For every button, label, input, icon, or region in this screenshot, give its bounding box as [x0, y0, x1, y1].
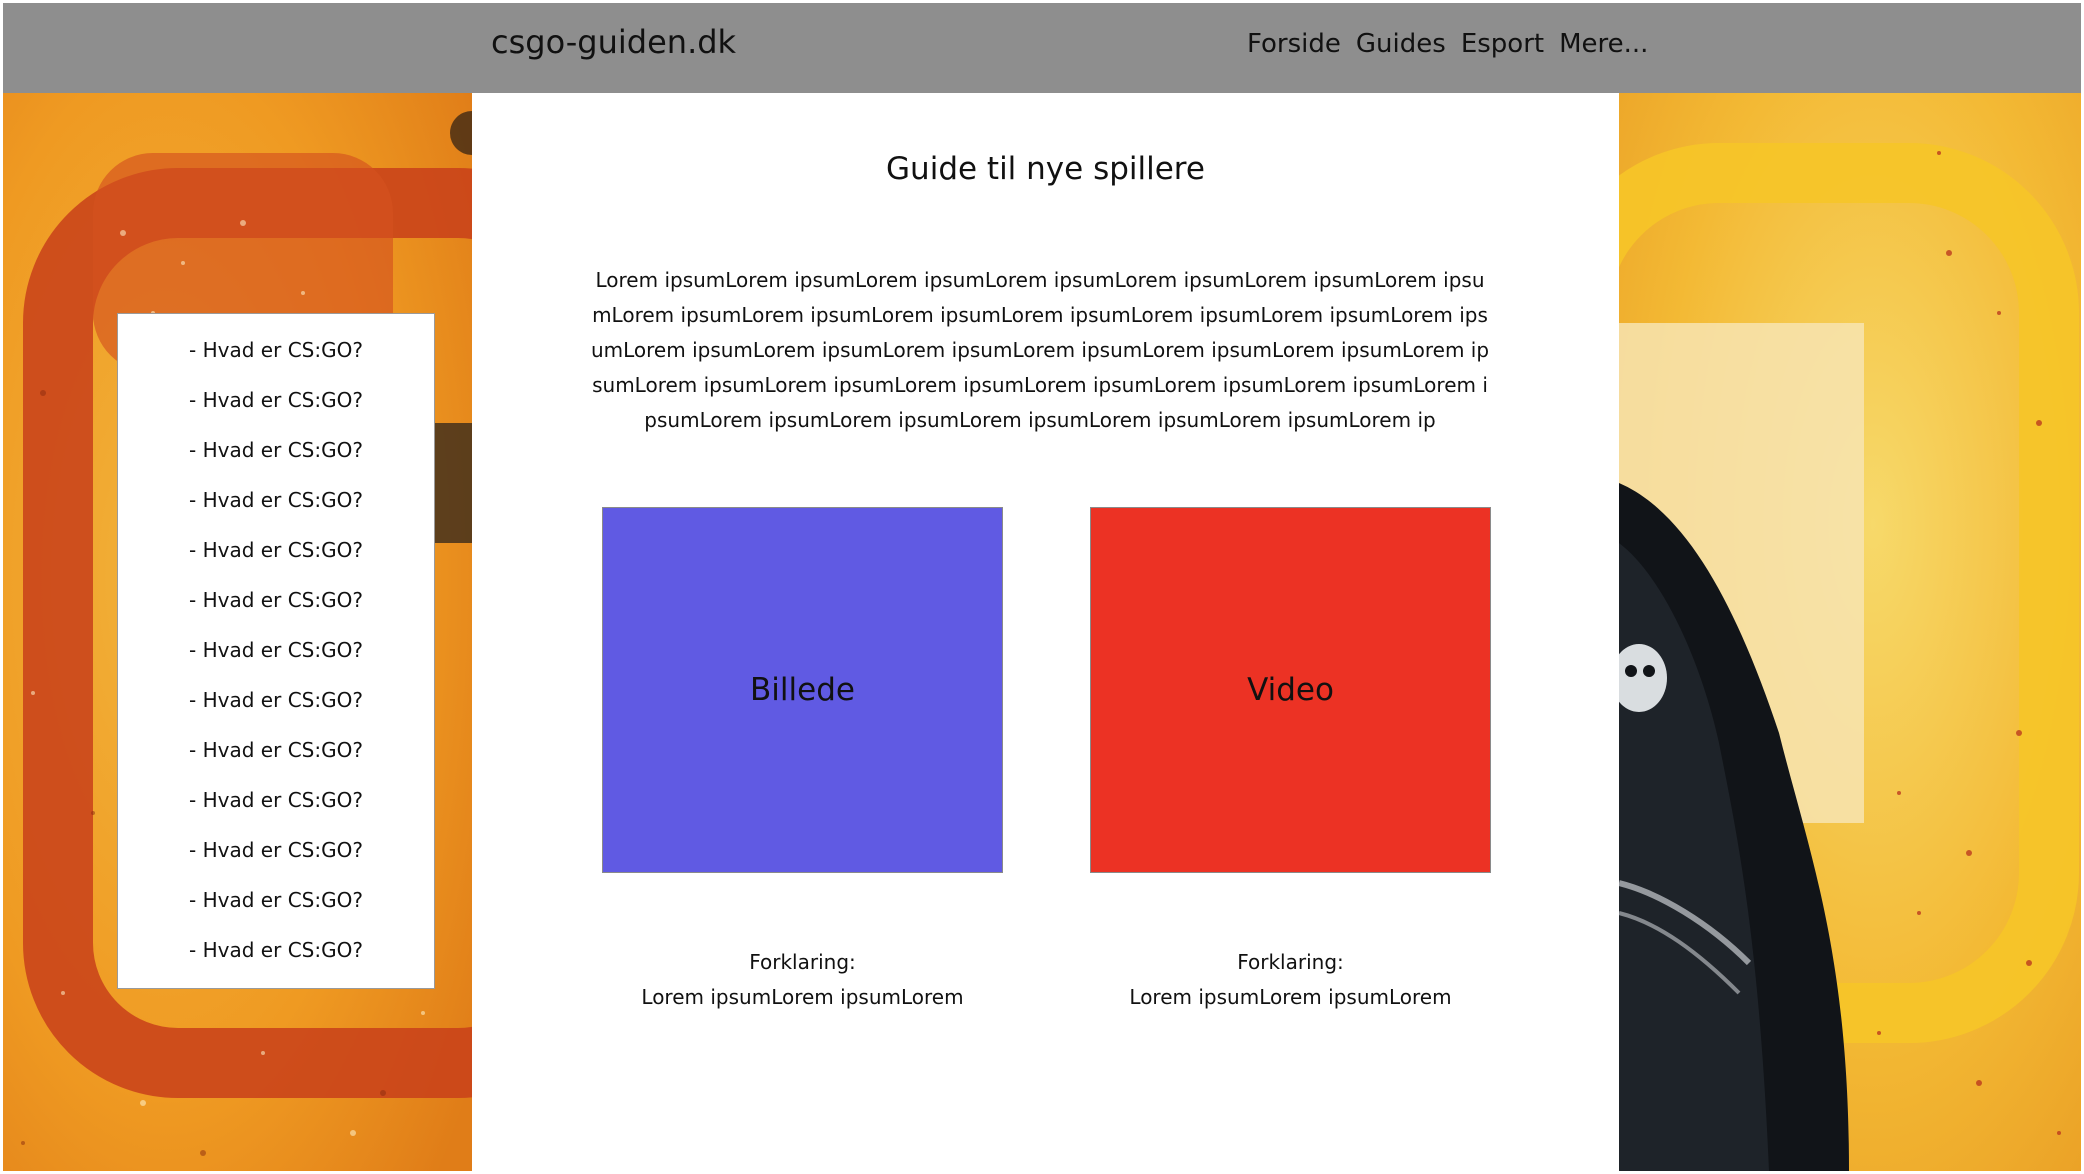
- video-caption-text: Lorem ipsumLorem ipsumLorem: [1129, 985, 1452, 1009]
- main-content: Guide til nye spillere Lorem ipsumLorem …: [472, 93, 1619, 1171]
- sidebar-menu: - Hvad er CS:GO? - Hvad er CS:GO? - Hvad…: [117, 313, 435, 989]
- main-nav: Forside Guides Esport Mere...: [1247, 29, 1648, 59]
- nav-link-mere[interactable]: Mere...: [1559, 29, 1648, 59]
- page-title: Guide til nye spillere: [886, 151, 1205, 187]
- sidebar-item[interactable]: - Hvad er CS:GO?: [118, 782, 434, 832]
- sidebar-item[interactable]: - Hvad er CS:GO?: [118, 482, 434, 532]
- sidebar-item[interactable]: - Hvad er CS:GO?: [118, 632, 434, 682]
- sidebar-item[interactable]: - Hvad er CS:GO?: [118, 882, 434, 932]
- right-art-graphic: [1619, 93, 2081, 1171]
- video-caption-title: Forklaring:: [1237, 950, 1344, 974]
- nav-link-forside[interactable]: Forside: [1247, 29, 1341, 59]
- site-logo[interactable]: csgo-guiden.dk: [491, 23, 736, 61]
- nav-link-guides[interactable]: Guides: [1356, 29, 1446, 59]
- sidebar-item[interactable]: - Hvad er CS:GO?: [118, 432, 434, 482]
- right-background-art: [1619, 93, 2081, 1171]
- sidebar-list: - Hvad er CS:GO? - Hvad er CS:GO? - Hvad…: [118, 314, 434, 982]
- sidebar-item[interactable]: - Hvad er CS:GO?: [118, 382, 434, 432]
- image-caption-title: Forklaring:: [749, 950, 856, 974]
- page: csgo-guiden.dk Forside Guides Esport Mer…: [3, 3, 2081, 1171]
- sidebar-item[interactable]: - Hvad er CS:GO?: [118, 932, 434, 982]
- nav-link-esport[interactable]: Esport: [1461, 29, 1544, 59]
- sidebar-item[interactable]: - Hvad er CS:GO?: [118, 732, 434, 782]
- sidebar-item[interactable]: - Hvad er CS:GO?: [118, 832, 434, 882]
- image-placeholder-label: Billede: [750, 672, 855, 708]
- video-caption: Forklaring: Lorem ipsumLorem ipsumLorem: [1090, 945, 1491, 1015]
- image-caption: Forklaring: Lorem ipsumLorem ipsumLorem: [602, 945, 1003, 1015]
- sidebar-item[interactable]: - Hvad er CS:GO?: [118, 332, 434, 382]
- video-placeholder-label: Video: [1247, 672, 1334, 708]
- site-header: csgo-guiden.dk Forside Guides Esport Mer…: [3, 3, 2081, 93]
- sidebar-item[interactable]: - Hvad er CS:GO?: [118, 682, 434, 732]
- sidebar-item[interactable]: - Hvad er CS:GO?: [118, 582, 434, 632]
- image-caption-text: Lorem ipsumLorem ipsumLorem: [641, 985, 964, 1009]
- sidebar-item[interactable]: - Hvad er CS:GO?: [118, 532, 434, 582]
- video-placeholder[interactable]: Video: [1090, 507, 1491, 873]
- intro-text: Lorem ipsumLorem ipsumLorem ipsumLorem i…: [590, 268, 1490, 432]
- image-placeholder[interactable]: Billede: [602, 507, 1003, 873]
